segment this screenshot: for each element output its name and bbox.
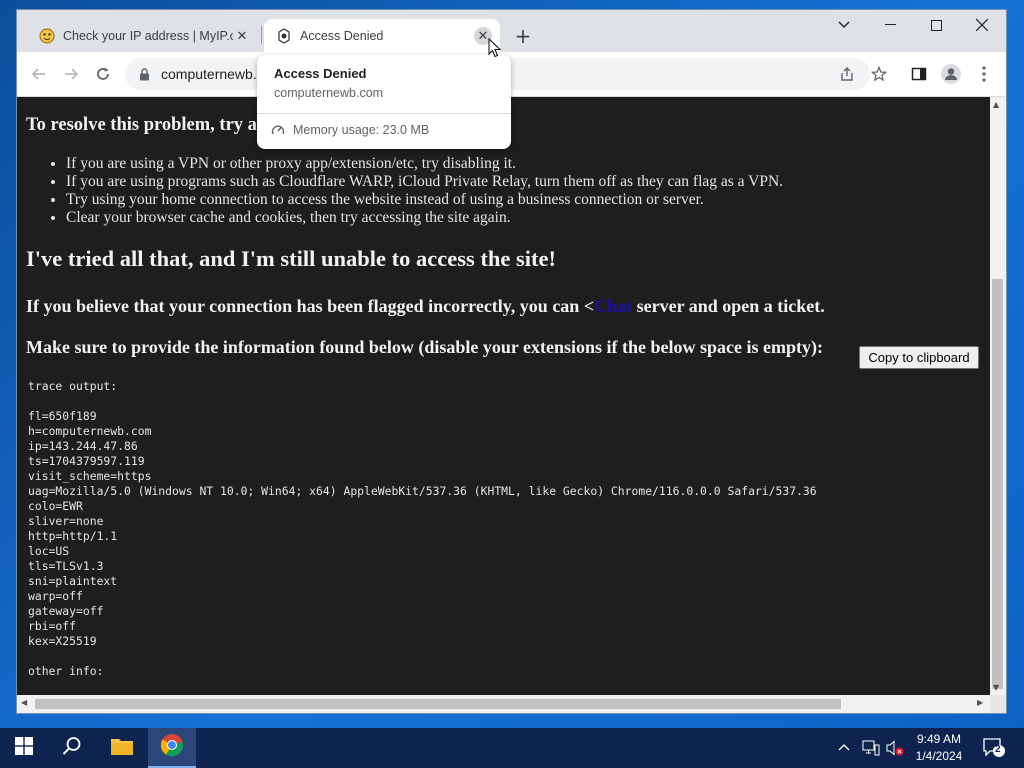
- browser-window: Check your IP address | MyIP.com ✕ Acces…: [17, 10, 1006, 713]
- flagged-paragraph: If you believe that your connection has …: [26, 296, 825, 317]
- minimize-icon[interactable]: [867, 10, 913, 40]
- system-clock[interactable]: 9:49 AM 1/4/2024: [906, 731, 972, 765]
- still-unable-heading: I've tried all that, and I'm still unabl…: [26, 246, 556, 271]
- list-item: Clear your browser cache and cookies, th…: [66, 209, 783, 227]
- tab-separator: [261, 26, 262, 44]
- tab-strip: Check your IP address | MyIP.com ✕ Acces…: [17, 10, 1006, 52]
- volume-muted-icon[interactable]: [886, 740, 904, 760]
- browser-toolbar: computernewb.com: [17, 52, 1006, 97]
- taskbar: 9:49 AM 1/4/2024 2: [0, 728, 1024, 768]
- chat-link[interactable]: Chat: [594, 296, 632, 316]
- scroll-right-icon[interactable]: ▶: [977, 698, 983, 707]
- scrollbar-corner: [990, 695, 1006, 713]
- horizontal-scrollbar[interactable]: ◀ ▶: [17, 695, 990, 713]
- side-panel-icon[interactable]: [908, 63, 930, 85]
- hover-card-title: Access Denied: [274, 66, 367, 81]
- hover-card-domain: computernewb.com: [274, 86, 384, 100]
- flagged-text: If you believe that your connection has …: [26, 296, 595, 316]
- profile-avatar-icon[interactable]: [940, 63, 962, 85]
- tab-close-icon[interactable]: ✕: [233, 27, 251, 45]
- list-item: If you are using programs such as Cloudf…: [66, 173, 783, 191]
- tab-hover-card: Access Denied computernewb.com Memory us…: [257, 55, 511, 149]
- notification-count: 2: [995, 744, 1001, 755]
- memory-gauge-icon: [271, 123, 285, 137]
- search-button[interactable]: [48, 728, 96, 768]
- network-icon[interactable]: [862, 740, 880, 760]
- folder-icon: [110, 736, 134, 760]
- myip-favicon-icon: [39, 28, 55, 44]
- tab-title: Access Denied: [300, 28, 384, 43]
- scroll-down-icon[interactable]: ▼: [993, 683, 999, 692]
- vertical-scrollbar[interactable]: ▲ ▼: [990, 97, 1006, 695]
- list-item: If you are using a VPN or other proxy ap…: [66, 155, 783, 173]
- back-icon[interactable]: [27, 62, 51, 86]
- close-window-icon[interactable]: [959, 10, 1005, 40]
- forward-icon[interactable]: [59, 62, 83, 86]
- reload-icon[interactable]: [91, 62, 115, 86]
- vertical-scroll-thumb[interactable]: [992, 279, 1003, 689]
- horizontal-scroll-thumb[interactable]: [35, 699, 841, 709]
- page-content: To resolve this problem, try a If you ar…: [17, 97, 990, 695]
- search-icon: [62, 736, 82, 760]
- tab-search-icon[interactable]: [821, 10, 867, 40]
- tab-access-denied[interactable]: Access Denied ✕: [264, 19, 500, 52]
- clock-time: 9:49 AM: [916, 732, 962, 746]
- flagged-text-end: server and open a ticket.: [632, 296, 825, 316]
- copy-to-clipboard-button[interactable]: Copy to clipboard: [859, 346, 979, 369]
- scroll-up-icon[interactable]: ▲: [993, 100, 999, 109]
- memory-usage-text: Memory usage: 23.0 MB: [293, 123, 430, 137]
- maximize-icon[interactable]: [913, 10, 959, 40]
- memory-usage: Memory usage: 23.0 MB: [271, 123, 429, 137]
- file-explorer-button[interactable]: [98, 728, 146, 768]
- windows-logo-icon: [15, 737, 33, 759]
- lock-icon[interactable]: [137, 67, 151, 81]
- show-hidden-icons-icon[interactable]: [838, 740, 850, 755]
- mouse-cursor-icon: [488, 37, 502, 62]
- clock-date: 1/4/2024: [915, 749, 963, 763]
- kebab-menu-icon[interactable]: [973, 63, 995, 85]
- scroll-left-icon[interactable]: ◀: [21, 698, 27, 707]
- chrome-icon: [160, 733, 184, 761]
- start-button[interactable]: [0, 728, 48, 768]
- tab-title: Check your IP address | MyIP.com: [63, 28, 233, 43]
- share-icon[interactable]: [836, 63, 858, 85]
- tab-myip[interactable]: Check your IP address | MyIP.com ✕: [27, 19, 259, 52]
- hover-card-divider: [257, 113, 511, 114]
- notification-center-icon[interactable]: 2: [982, 737, 1006, 763]
- provide-info-paragraph: Make sure to provide the information fou…: [26, 337, 824, 357]
- list-item: Try using your home connection to access…: [66, 191, 783, 209]
- suggestion-list: If you are using a VPN or other proxy ap…: [26, 155, 783, 227]
- chrome-taskbar-button[interactable]: [148, 728, 196, 768]
- trace-output: trace output: fl=650f189 h=computernewb.…: [28, 379, 817, 678]
- resolve-heading: To resolve this problem, try a: [26, 115, 257, 135]
- bookmark-star-icon[interactable]: [868, 63, 890, 85]
- site-favicon-icon: [276, 27, 292, 44]
- new-tab-icon[interactable]: +: [512, 24, 534, 48]
